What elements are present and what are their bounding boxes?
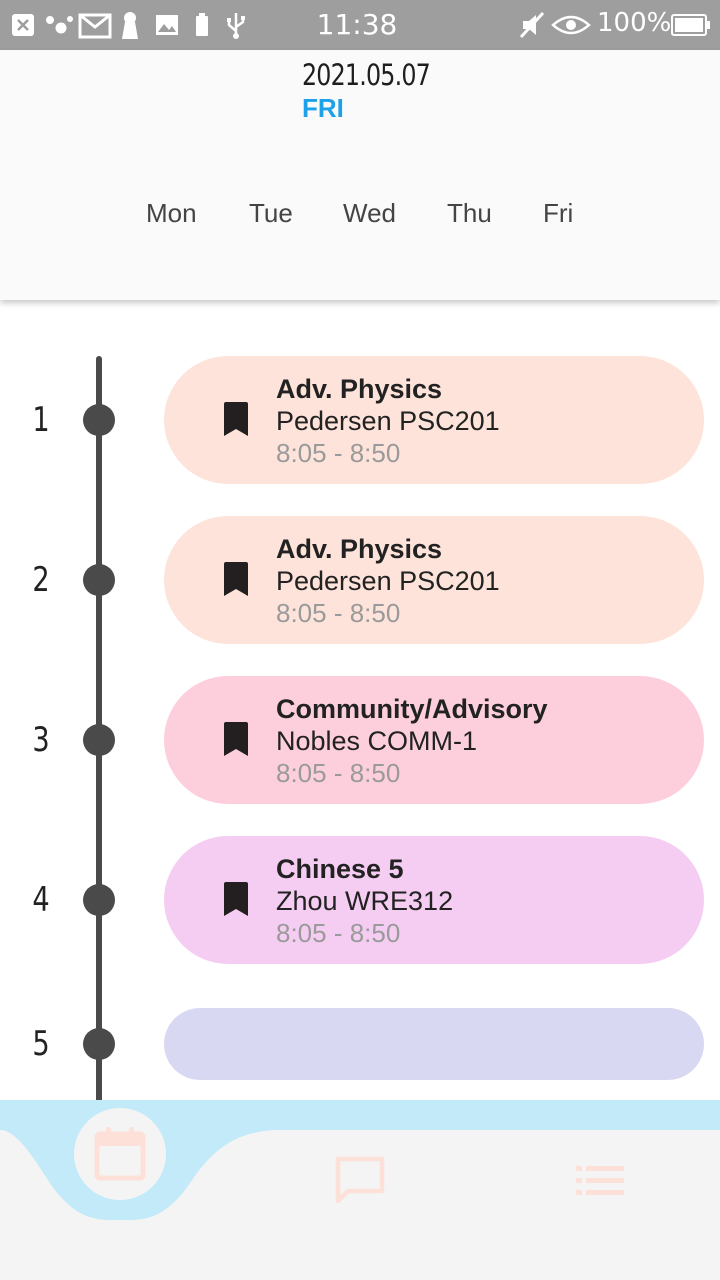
timeline-dot [83, 884, 115, 916]
current-date: 2021.05.07 [302, 58, 431, 92]
nav-calendar-button[interactable] [74, 1108, 166, 1200]
class-card[interactable]: Adv. Physics Pedersen PSC201 8:05 - 8:50 [164, 516, 704, 644]
battery-percent: 100% [597, 8, 672, 38]
status-time: 11:38 [316, 8, 398, 41]
bookmark-icon [224, 402, 248, 436]
keyhole-icon [118, 10, 142, 40]
battery-icon [670, 10, 712, 40]
timeline-dot [83, 564, 115, 596]
battery-small-icon [192, 10, 212, 40]
calendar-icon [94, 1127, 146, 1181]
tab-mon[interactable]: Mon [146, 198, 197, 229]
nav-chat-button[interactable] [330, 1152, 390, 1208]
class-teacher-room: Nobles COMM-1 [276, 726, 478, 756]
dots-icon [44, 10, 74, 40]
mail-icon [78, 10, 112, 40]
period-number: 4 [32, 880, 50, 920]
timeline-dot [83, 404, 115, 436]
class-title: Chinese 5 [276, 854, 404, 884]
mute-icon [518, 10, 546, 40]
timeline-dot [83, 724, 115, 756]
chat-icon [335, 1156, 385, 1204]
tab-tue[interactable]: Tue [249, 198, 293, 229]
class-title: Community/Advisory [276, 694, 548, 724]
bookmark-icon [224, 882, 248, 916]
class-teacher-room: Pedersen PSC201 [276, 406, 500, 436]
class-teacher-room: Zhou WRE312 [276, 886, 454, 916]
close-box-icon [10, 10, 36, 40]
tab-thu[interactable]: Thu [447, 198, 492, 229]
timeline-dot [83, 1028, 115, 1060]
bottom-nav [0, 1100, 720, 1280]
period-number: 2 [32, 560, 50, 600]
list-icon [576, 1166, 624, 1195]
class-time: 8:05 - 8:50 [276, 438, 401, 468]
class-title: Adv. Physics [276, 374, 443, 404]
period-number: 1 [32, 400, 50, 440]
nav-list-button[interactable] [570, 1158, 630, 1202]
class-card[interactable]: Adv. Physics Pedersen PSC201 8:05 - 8:50 [164, 356, 704, 484]
tab-fri[interactable]: Fri [543, 198, 573, 229]
class-time: 8:05 - 8:50 [276, 598, 401, 628]
image-icon [154, 10, 180, 40]
period-number: 3 [32, 720, 50, 760]
class-time: 8:05 - 8:50 [276, 918, 401, 948]
class-card[interactable]: Chinese 5 Zhou WRE312 8:05 - 8:50 [164, 836, 704, 964]
class-time: 8:05 - 8:50 [276, 758, 401, 788]
current-day: FRI [302, 93, 344, 123]
date-header: 2021.05.07 FRI Mon Tue Wed Thu Fri [0, 50, 720, 300]
class-card[interactable]: Community/Advisory Nobles COMM-1 8:05 - … [164, 676, 704, 804]
bookmark-icon [224, 722, 248, 756]
class-card-empty[interactable] [164, 1008, 704, 1080]
bookmark-icon [224, 562, 248, 596]
tab-wed[interactable]: Wed [343, 198, 396, 229]
usb-icon [222, 10, 250, 40]
class-title: Adv. Physics [276, 534, 443, 564]
eye-icon [550, 10, 592, 40]
period-number: 5 [32, 1024, 50, 1064]
status-bar: 11:38 100% [0, 0, 720, 50]
class-teacher-room: Pedersen PSC201 [276, 566, 500, 596]
